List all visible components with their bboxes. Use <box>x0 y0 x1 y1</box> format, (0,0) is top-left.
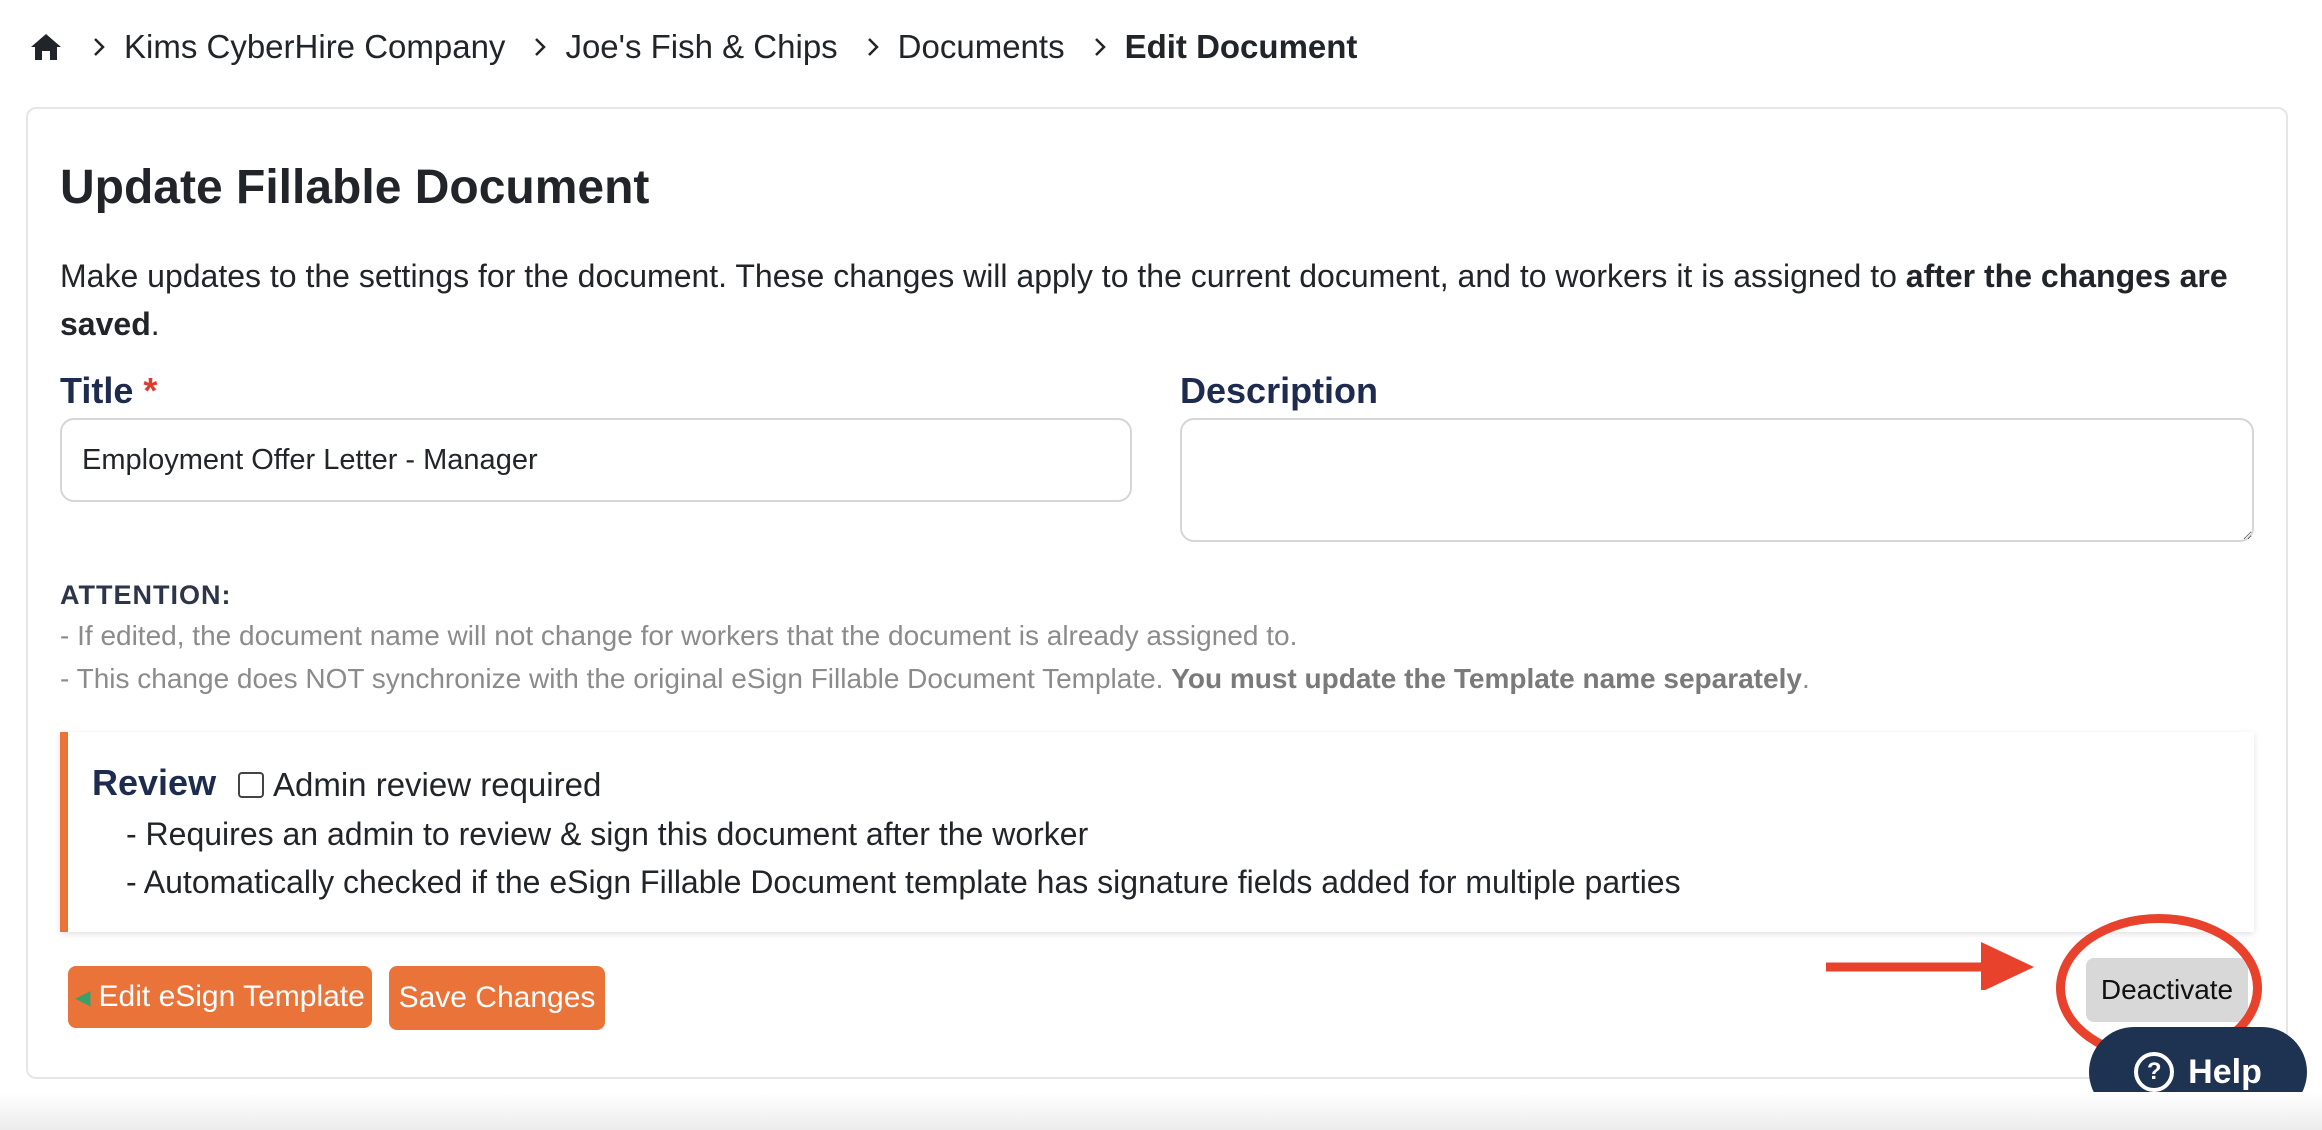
review-note-1: - Requires an admin to review & sign thi… <box>126 816 1089 852</box>
edit-esign-template-label: Edit eSign Template <box>98 980 365 1013</box>
attention-line-2-text: - This change does NOT synchronize with … <box>60 663 1172 694</box>
attention-line-2-end: . <box>1801 663 1810 694</box>
attention-line-2-bold: You must update the Template name separa… <box>1171 663 1802 694</box>
breadcrumb-client[interactable]: Joe's Fish & Chips <box>565 28 837 66</box>
save-changes-button[interactable]: Save Changes <box>389 966 605 1030</box>
breadcrumb-company[interactable]: Kims CyberHire Company <box>124 28 505 66</box>
review-title: Review <box>92 762 217 803</box>
review-note-2: - Automatically checked if the eSign Fil… <box>126 864 1681 900</box>
annotation-arrow-icon <box>1826 942 2034 990</box>
chevron-right-icon <box>529 36 551 58</box>
breadcrumb-documents[interactable]: Documents <box>898 28 1065 66</box>
intro-text: Make updates to the settings for the doc… <box>60 252 2260 348</box>
breadcrumb: Kims CyberHire Company Joe's Fish & Chip… <box>30 22 1381 72</box>
admin-review-label[interactable]: Admin review required <box>273 766 601 804</box>
admin-review-checkbox[interactable] <box>238 772 264 798</box>
chevron-right-icon <box>862 36 884 58</box>
help-label: Help <box>2188 1052 2262 1091</box>
breadcrumb-current: Edit Document <box>1124 28 1358 65</box>
chevron-right-icon <box>1089 36 1111 58</box>
attention-line-2: - This change does NOT synchronize with … <box>60 663 1810 695</box>
home-icon[interactable] <box>30 32 62 62</box>
description-label: Description <box>1180 370 1379 411</box>
page-title: Update Fillable Document <box>60 161 650 214</box>
attention-heading: ATTENTION: <box>60 580 232 610</box>
intro-text-main: Make updates to the settings for the doc… <box>60 258 1906 294</box>
attention-line-1: - If edited, the document name will not … <box>60 620 1298 651</box>
page-bottom-edge <box>0 1092 2322 1130</box>
required-mark: * <box>143 370 158 411</box>
title-input[interactable] <box>60 418 1132 502</box>
description-input[interactable] <box>1180 418 2254 542</box>
title-label-text: Title <box>60 370 134 411</box>
chevron-right-icon <box>88 36 110 58</box>
caret-left-icon: ◀ <box>75 986 91 1009</box>
intro-text-end: . <box>150 306 160 342</box>
title-label: Title * <box>60 370 157 412</box>
question-icon: ? <box>2134 1052 2175 1092</box>
edit-esign-template-button[interactable]: ◀ Edit eSign Template <box>68 966 372 1028</box>
